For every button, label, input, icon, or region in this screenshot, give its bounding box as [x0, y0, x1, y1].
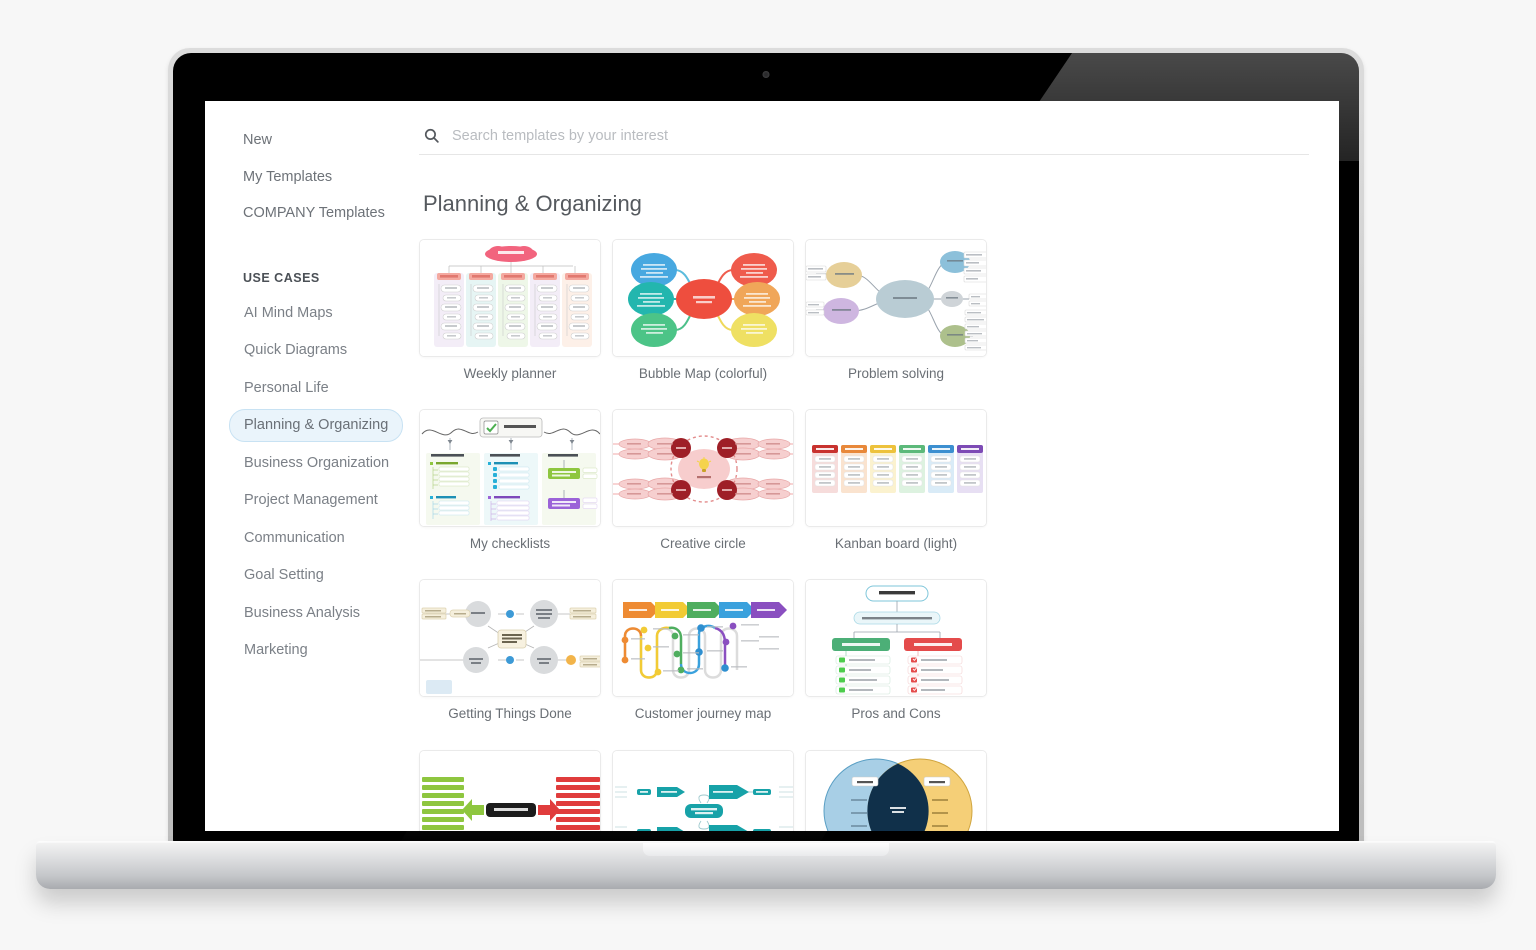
sidebar-item-new[interactable]: New: [229, 125, 286, 156]
template-card-my-checklists[interactable]: My checklists: [419, 409, 601, 568]
template-card-customer-journey-map[interactable]: Customer journey map: [612, 579, 794, 738]
creative-circle-thumb: [613, 410, 793, 527]
template-label: Customer journey map: [634, 706, 772, 722]
getting-things-done-thumb: [420, 580, 600, 697]
template-gallery-app: New My Templates COMPANY Templates USE C…: [205, 101, 1339, 831]
problem-solving-thumb: [806, 240, 986, 356]
template-thumbnail: [612, 409, 794, 528]
webcam-icon: [762, 71, 770, 78]
screenshot-stage: New My Templates COMPANY Templates USE C…: [0, 0, 1536, 950]
laptop-base: [36, 843, 1496, 889]
search-bar[interactable]: [419, 127, 1309, 155]
template-thumbnail: [805, 749, 987, 831]
template-label: Problem solving: [847, 366, 945, 381]
template-thumbnail: [805, 409, 987, 528]
sidebar-item-goal-setting[interactable]: Goal Setting: [229, 559, 339, 592]
template-card-bubble-map[interactable]: Bubble Map (colorful): [612, 239, 794, 398]
venn-diagram-thumb: [806, 750, 986, 831]
kanban-board-thumb: [806, 410, 986, 527]
sidebar-item-project-management[interactable]: Project Management: [229, 484, 393, 517]
laptop-bezel: New My Templates COMPANY Templates USE C…: [173, 53, 1359, 843]
bubble-map-thumb: [613, 240, 793, 356]
template-card-force-field[interactable]: [419, 749, 601, 831]
sidebar-item-ai-mind-maps[interactable]: AI Mind Maps: [229, 297, 348, 330]
sidebar-item-my-templates[interactable]: My Templates: [229, 162, 346, 193]
sidebar-item-marketing[interactable]: Marketing: [229, 634, 323, 667]
template-card-venn-diagram[interactable]: [805, 749, 987, 831]
template-thumbnail: [612, 239, 794, 357]
template-thumbnail: [419, 409, 601, 528]
template-label: Pros and Cons: [851, 706, 941, 722]
template-card-pros-and-cons[interactable]: Pros and Cons: [805, 579, 987, 738]
template-card-problem-solving[interactable]: Problem solving: [805, 239, 987, 398]
sidebar-item-quick-diagrams[interactable]: Quick Diagrams: [229, 334, 362, 367]
template-thumbnail: [805, 239, 987, 357]
template-thumbnail: [805, 579, 987, 698]
template-label: Weekly planner: [463, 366, 557, 381]
search-icon: [424, 128, 439, 143]
template-card-teal-arrows[interactable]: [612, 749, 794, 831]
sidebar-section-use-cases: USE CASES: [243, 270, 320, 285]
template-thumbnail: [612, 579, 794, 698]
template-card-weekly-planner[interactable]: Weekly planner: [419, 239, 601, 398]
template-card-kanban-board[interactable]: Kanban board (light): [805, 409, 987, 568]
laptop-screen: New My Templates COMPANY Templates USE C…: [205, 101, 1339, 831]
customer-journey-thumb: [613, 580, 793, 697]
template-thumbnail: [612, 749, 794, 831]
main-content: Planning & Organizing: [397, 101, 1339, 831]
sidebar-item-planning-organizing[interactable]: Planning & Organizing: [229, 409, 404, 442]
teal-arrows-thumb: [613, 750, 793, 831]
sidebar-top-links: New My Templates COMPANY Templates: [229, 125, 397, 235]
sidebar-item-business-organization[interactable]: Business Organization: [229, 447, 404, 480]
template-label: Getting Things Done: [448, 706, 572, 722]
sidebar-use-case-list: AI Mind Maps Quick Diagrams Personal Lif…: [229, 297, 404, 672]
force-field-thumb: [420, 750, 600, 831]
template-thumbnail: [419, 239, 601, 357]
sidebar-item-company-templates[interactable]: COMPANY Templates: [229, 198, 399, 229]
template-card-getting-things-done[interactable]: Getting Things Done: [419, 579, 601, 738]
weekly-planner-thumb: [420, 240, 600, 356]
template-label: Bubble Map (colorful): [638, 366, 768, 381]
page-title: Planning & Organizing: [423, 191, 642, 216]
template-grid: Weekly planner Bubble Map (colorful) Pro…: [419, 239, 1309, 831]
sidebar: New My Templates COMPANY Templates USE C…: [205, 101, 404, 831]
template-card-creative-circle[interactable]: Creative circle: [612, 409, 794, 568]
my-checklists-thumb: [420, 410, 600, 527]
pros-and-cons-thumb: [806, 580, 986, 697]
laptop-mockup: New My Templates COMPANY Templates USE C…: [36, 48, 1496, 889]
sidebar-item-communication[interactable]: Communication: [229, 522, 360, 555]
sidebar-item-personal-life[interactable]: Personal Life: [229, 372, 344, 405]
search-input[interactable]: [452, 127, 1305, 144]
sidebar-item-business-analysis[interactable]: Business Analysis: [229, 597, 375, 630]
template-label: Kanban board (light): [834, 536, 958, 552]
template-label: My checklists: [469, 536, 551, 552]
template-label: Creative circle: [660, 536, 746, 552]
template-thumbnail: [419, 579, 601, 698]
template-thumbnail: [419, 749, 601, 831]
